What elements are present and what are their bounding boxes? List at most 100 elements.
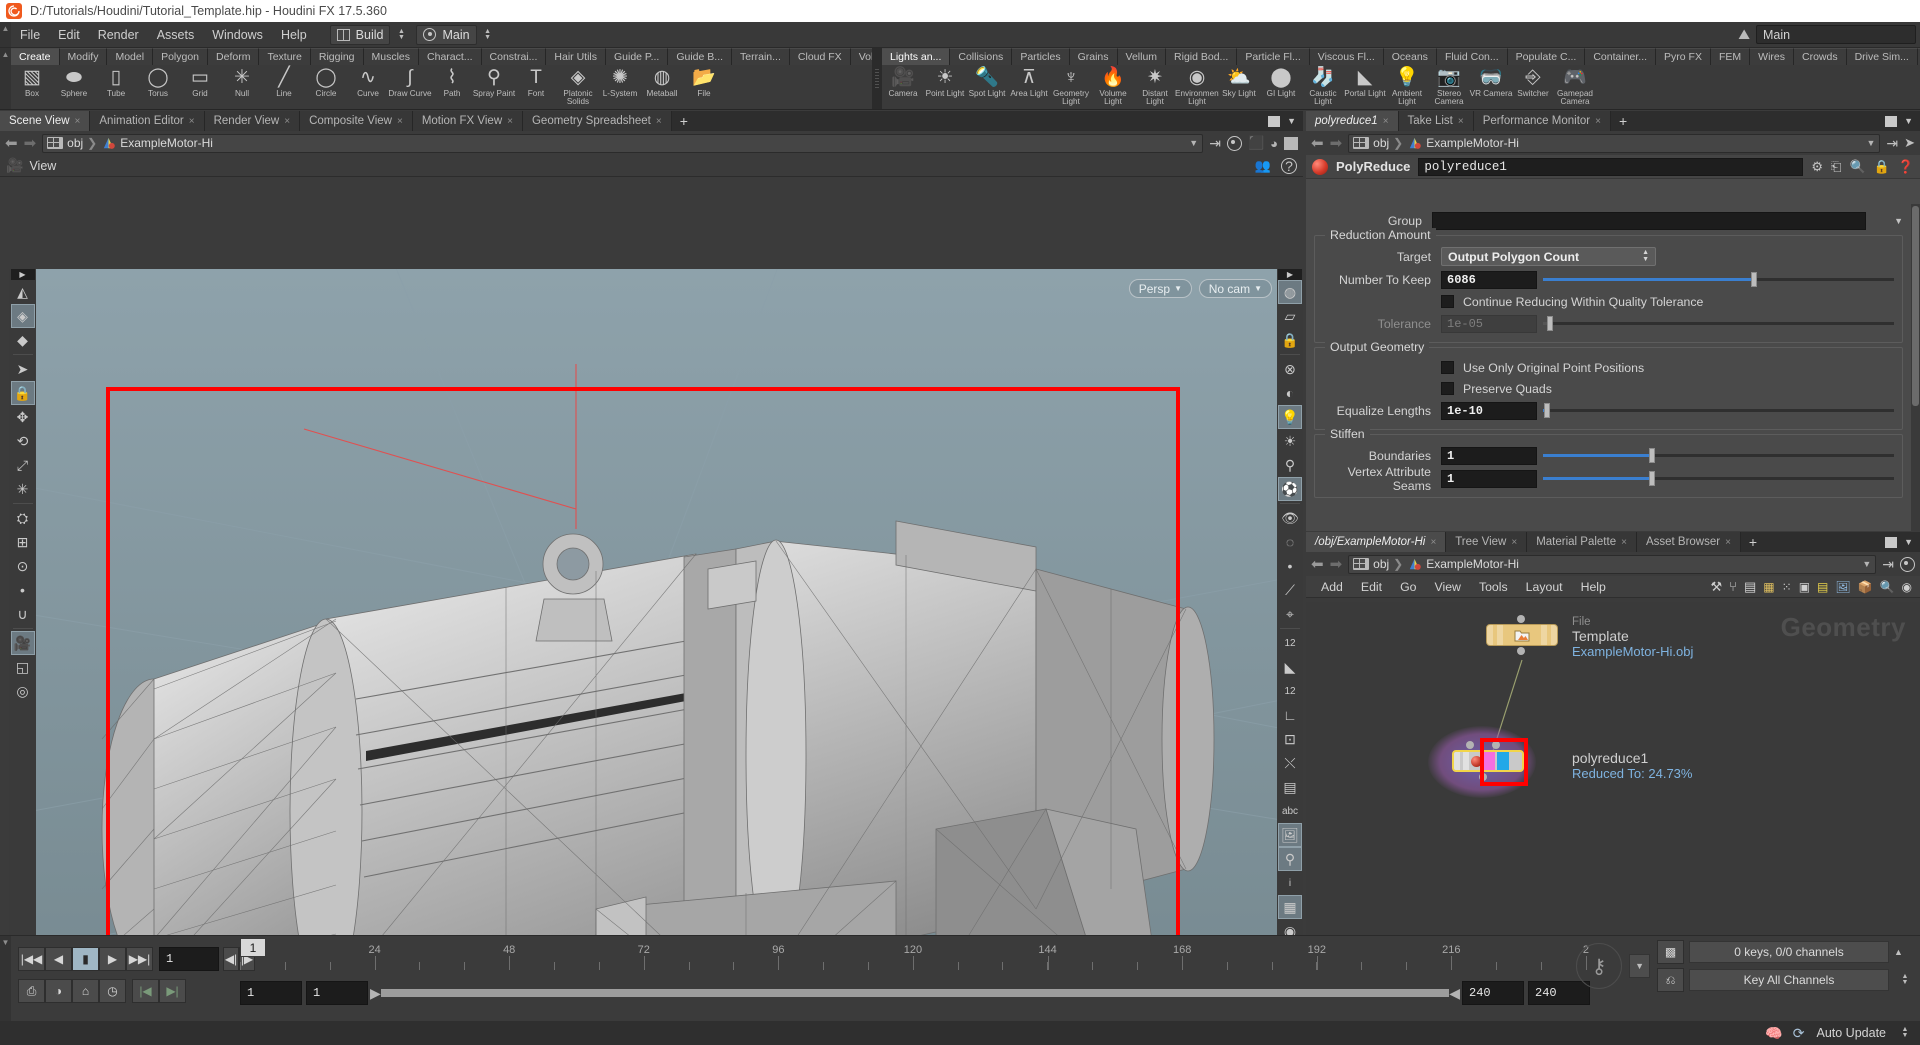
shelf-item-right-2[interactable]: 🔦 Spot Light [966,67,1008,99]
cook-brain-icon[interactable]: 🧠 [1765,1025,1782,1042]
scale-tool-icon[interactable]: ⤢ [11,453,35,477]
ghost-other-icon[interactable]: ◌ [1278,530,1302,554]
menubar-grip[interactable]: ▲ [0,22,11,47]
network-path-field[interactable]: obj ❯ ExampleMotor-Hi ▼ [1348,554,1877,574]
shelf-tab-right-11[interactable]: Container... [1585,48,1657,65]
shelf-tab-right-5[interactable]: Rigid Bod... [1166,48,1238,65]
jump-end-icon[interactable]: ▶▶| [126,947,153,971]
box-icon[interactable]: 📦 [1858,580,1873,594]
shelf-item-right-3[interactable]: ⊼ Area Light [1008,67,1050,99]
shelf-item-left-13[interactable]: ◈ Platonic Solids [557,67,599,107]
snap-grid-icon[interactable]: ⊞ [11,530,35,554]
shelf-item-right-1[interactable]: ☀ Point Light [924,67,966,99]
channel-list-icon[interactable]: ▩ [1657,940,1684,964]
shelf-tab-left-9[interactable]: Constrai... [481,48,547,65]
parameter-tab-1[interactable]: Take List × [1398,111,1474,131]
close-icon[interactable]: × [284,116,290,127]
breadcrumb-root[interactable]: obj [67,136,83,150]
shelf-item-right-9[interactable]: ⬤ GI Light [1260,67,1302,99]
dots-grid-icon[interactable]: ⁙ [1782,580,1792,594]
close-icon[interactable]: × [1383,116,1389,127]
help-icon[interactable]: ❓ [1898,159,1914,175]
search-input[interactable]: Main [1756,25,1916,44]
lock-camera-icon[interactable]: 🔒 [1278,328,1302,352]
shelf-item-left-2[interactable]: ▯ Tube [95,67,137,99]
layout-grid-icon[interactable]: ▦ [1278,895,1302,919]
key-options-dropdown[interactable]: ▼ [1629,954,1650,978]
shelf-item-left-15[interactable]: ◍ Metaball [641,67,683,99]
keyall-spinner-icon[interactable]: ▲ ▼ [1898,970,1912,990]
shelf-item-right-13[interactable]: 📷 Stereo Camera [1428,67,1470,107]
node-output-connector[interactable] [1479,773,1487,781]
shelf-tab-left-12[interactable]: Guide B... [668,48,733,65]
shelf-item-right-12[interactable]: 💡 Ambient Light [1386,67,1428,107]
close-icon[interactable]: × [656,116,662,127]
point-normal-icon[interactable]: ⟋ [1278,578,1302,602]
keyframe-icon[interactable]: ⎗ [1831,159,1841,175]
shelf-tab-right-15[interactable]: Crowds [1794,48,1847,65]
viewport-camera-badge[interactable]: No cam ▼ [1198,279,1272,298]
tools-icon[interactable]: ⚒ [1711,579,1723,595]
step-back-icon[interactable]: ◀ [45,947,72,971]
network-pane-menu[interactable]: ▼ [1878,532,1920,552]
close-icon[interactable]: × [1725,537,1731,548]
breadcrumb-root[interactable]: obj [1373,557,1389,571]
viewport-right-toolbar[interactable]: ▶ ◍ ▱ 🔒 ⊗ ◐ 💡 ☀ ⚲ ⚽ 👁 ◌ • ⟋ ⌖ 12 ◣ 12 ∟ ⊡ ⤬ ▤ abc 🖼 ⚲ i ▦ ◉ [1277,269,1303,1045]
pane-menu-icon[interactable]: ▼ [1904,116,1913,126]
shelf-grip[interactable]: ▲ [0,48,11,109]
shelf-item-left-5[interactable]: ✳ Null [221,67,263,99]
shelf-tab-left-8[interactable]: Charact... [419,48,482,65]
parameter-pane-tabs[interactable]: polyreduce1 × Take List × Performance Monito… [1306,111,1920,131]
parameter-row-1[interactable]: Vertex Attribute Seams 1 [1315,465,1902,493]
play-stop-icon[interactable]: ▮ [72,947,99,971]
shelf-item-left-0[interactable]: ▧ Box [11,67,53,99]
left-toolbar-collapse-icon[interactable]: ▶ [10,269,35,280]
maximize-pane-icon[interactable] [1268,115,1281,127]
network-tab-0[interactable]: /obj/ExampleMotor-Hi × [1306,532,1447,552]
breadcrumb-node[interactable]: ExampleMotor-Hi [1426,136,1519,150]
hide-other-icon[interactable]: 👁 [1278,506,1302,530]
shelf-tab-right-9[interactable]: Fluid Con... [1436,48,1508,65]
parameter-path-field[interactable]: obj ❯ ExampleMotor-Hi ▼ [1348,133,1881,153]
key-prev-icon[interactable]: ◀| [223,947,239,971]
shelf-item-left-1[interactable]: ⬬ Sphere [53,67,95,99]
menu-edit[interactable]: Edit [49,22,89,48]
shelf-tab-right-7[interactable]: Viscous Fl... [1309,48,1384,65]
shelf-tab-left-13[interactable]: Terrain... [732,48,790,65]
shading-modes-icon[interactable]: ◭ [11,280,35,304]
pin-icon[interactable]: ⇥ [1886,135,1898,152]
range-slider-row[interactable]: 1 1 ▶ ◀ 240 240 [240,980,1590,1006]
path-dropdown-icon[interactable]: ▼ [1866,138,1875,148]
parameter-row-0[interactable]: Target Output Polygon Count ▲ ▼ [1315,246,1902,267]
network-add-tab[interactable]: + [1740,532,1766,552]
shelf-divider[interactable] [872,48,882,109]
parameter-add-tab[interactable]: + [1610,111,1636,131]
parameter-slider[interactable] [1543,402,1894,420]
path-dropdown-icon[interactable]: ▼ [1189,138,1198,148]
shelf-item-left-11[interactable]: ⚲ Spray Paint [473,67,515,99]
list-icon[interactable]: ▤ [1744,579,1756,595]
desktop-spinner[interactable]: ▲ ▼ [394,25,408,45]
display-flag[interactable] [1483,752,1495,770]
shelf-tab-right-10[interactable]: Populate C... [1507,48,1586,65]
auto-key-icon[interactable]: ⎙ [18,979,45,1003]
checkbox[interactable] [1441,295,1454,308]
checkbox[interactable] [1441,361,1454,374]
shelf-item-right-8[interactable]: ⛅ Sky Light [1218,67,1260,99]
shelf-item-right-16[interactable]: 🎮 Gamepad Camera [1554,67,1596,107]
auto-update-spinner[interactable]: ▲ ▼ [1898,1023,1912,1043]
parameter-scrollbar[interactable] [1911,204,1920,531]
keyall-label[interactable]: Key All Channels [1689,969,1889,991]
shelf-item-right-7[interactable]: ◉ Environment Light [1175,67,1219,107]
node-name-input[interactable]: polyreduce1 [1418,157,1804,176]
menu-windows[interactable]: Windows [203,22,272,48]
shelf-tab-right-12[interactable]: Pyro FX [1656,48,1711,65]
wheel-icon[interactable]: ◎ [11,679,35,703]
playback-options-row[interactable]: ⎙ ◑ ⌂ ◷ |◀ ▶| [18,974,186,1008]
scene-path-field[interactable]: obj ❯ ExampleMotor-Hi ▼ [42,133,1204,153]
pane-menu-icon[interactable]: ▼ [1287,116,1296,126]
angle-icon[interactable]: ∟ [1278,703,1302,727]
material-icon[interactable]: ⚽ [1278,477,1302,501]
parameter-input[interactable]: 1e-10 [1441,401,1537,420]
snap-primitive-icon[interactable]: ⊙ [11,554,35,578]
